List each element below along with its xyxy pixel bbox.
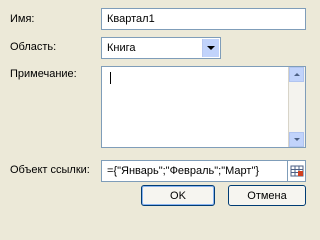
refers-to-label: Объект ссылки: [10, 164, 90, 176]
scope-select[interactable]: Книга [101, 37, 221, 59]
refers-to-input[interactable]: ={"Январь";"Февраль";"Март"} [101, 160, 288, 182]
chevron-down-icon[interactable] [202, 39, 219, 57]
scope-value: Книга [107, 42, 136, 54]
name-input[interactable]: Квартал1 [101, 8, 306, 30]
cancel-button[interactable]: Отмена [228, 185, 306, 206]
arrow-up-icon[interactable] [289, 67, 304, 82]
text-caret [110, 72, 111, 84]
comment-textarea[interactable] [101, 66, 306, 148]
comment-label: Примечание: [10, 68, 77, 80]
range-select-icon[interactable] [288, 160, 306, 182]
scope-label: Область: [10, 41, 57, 53]
name-label: Имя: [10, 13, 35, 25]
ok-button[interactable]: OK [141, 185, 215, 206]
arrow-down-icon[interactable] [289, 132, 304, 147]
new-name-dialog: Имя: Квартал1 Область: Книга Примечание:… [0, 0, 320, 206]
comment-scrollbar[interactable] [288, 67, 305, 147]
